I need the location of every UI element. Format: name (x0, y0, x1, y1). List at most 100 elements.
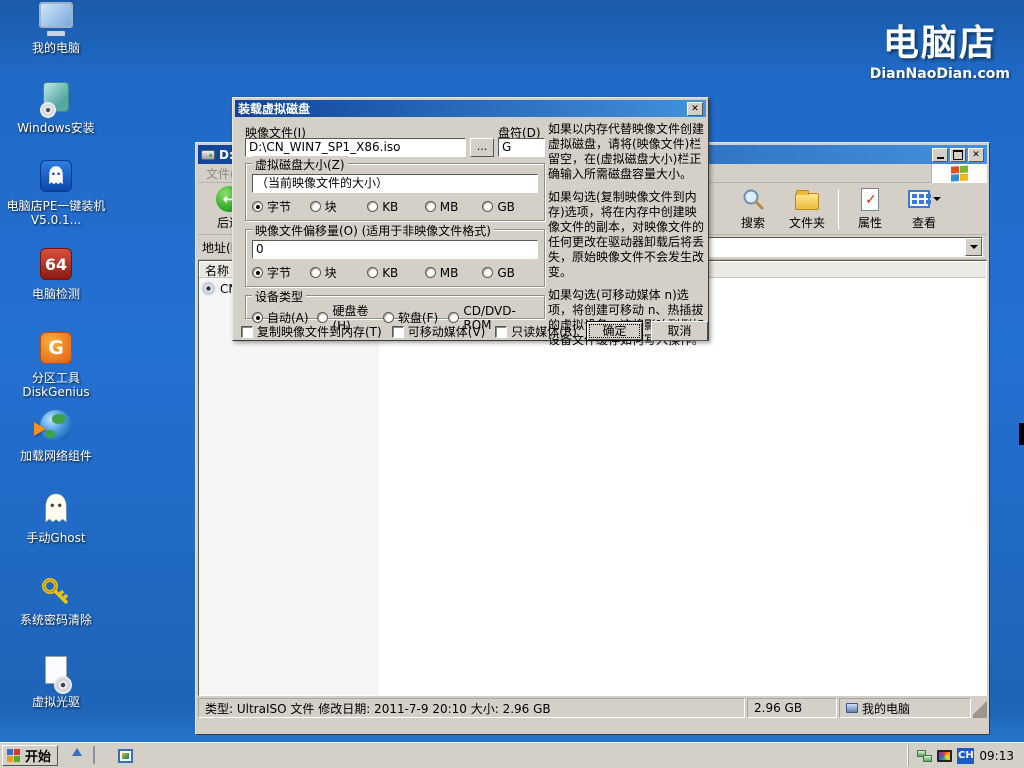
radio-bytes[interactable]: 字节 (252, 264, 310, 281)
desktop-icon-label: 电脑检测 (31, 287, 80, 301)
radio-icon (367, 267, 379, 278)
desktop-icon-label: 电脑店PE一键装机 V5.0.1... (6, 199, 106, 227)
checkbox-readonly-media[interactable]: 只读媒体(R) (495, 323, 577, 340)
drive-icon (201, 149, 215, 160)
radio-bytes[interactable]: 字节 (252, 198, 310, 215)
my-computer-icon (38, 2, 74, 38)
desktop-icon-load-network[interactable]: 加载网络组件 (2, 410, 110, 463)
disk-size-group-title: 虚拟磁盘大小(Z) (252, 156, 348, 173)
resize-grip[interactable] (973, 698, 987, 718)
close-button[interactable] (968, 147, 984, 162)
ghost-tile-icon (38, 160, 74, 196)
disk-size-group: 虚拟磁盘大小(Z) （当前映像文件的大小） 字节 块 KB MB GB (245, 156, 545, 221)
radio-kb[interactable]: KB (367, 264, 425, 281)
radio-icon (448, 312, 460, 323)
radio-icon (382, 312, 394, 323)
drive-letter-input[interactable]: G (498, 138, 545, 157)
radio-mb[interactable]: MB (424, 264, 483, 281)
radio-icon (309, 201, 321, 212)
picture-icon[interactable] (118, 748, 135, 764)
display-tray-icon[interactable] (937, 749, 953, 762)
taskbar: 开始 CH 09:13 (0, 742, 1024, 768)
64-badge-icon: 64 (38, 248, 74, 284)
folder-icon (795, 190, 819, 210)
properties-icon (861, 187, 879, 211)
brand-subtitle: DianNaoDian.com (869, 66, 1010, 82)
properties-button[interactable]: 属性 (843, 186, 897, 232)
radio-icon (482, 201, 494, 212)
radio-kb[interactable]: KB (367, 198, 425, 215)
desktop-icon-windows-install[interactable]: Windows安装 (2, 82, 110, 135)
radio-blocks[interactable]: 块 (309, 264, 368, 281)
ok-button[interactable]: 确定 (586, 321, 643, 341)
desktop-icon-label: 虚拟光驱 (31, 695, 80, 709)
desktop-icon-label: 分区工具 DiskGenius (22, 371, 90, 399)
radio-gb[interactable]: GB (482, 264, 540, 281)
desktop-icon-pe-installer[interactable]: 电脑店PE一键装机 V5.0.1... (2, 160, 110, 227)
desktop-icon-my-computer[interactable]: 我的电脑 (2, 2, 110, 55)
view-button[interactable]: 查看 (897, 186, 951, 232)
dialog-title: 装载虚拟磁盘 (238, 102, 311, 116)
offset-units: 字节 块 KB MB GB (252, 264, 540, 281)
mount-dialog: 装载虚拟磁盘 映像文件(I) 盘符(D) D:\CN_WIN7_SP1_X86.… (232, 97, 709, 347)
start-logo-icon (7, 748, 21, 763)
desktop-icon-virtual-cdrom[interactable]: 虚拟光驱 (2, 656, 110, 709)
chevron-down-icon (969, 245, 978, 249)
cd-file-icon (201, 281, 216, 296)
folders-button[interactable]: 文件夹 (780, 186, 834, 232)
network-tray-icon[interactable] (917, 749, 933, 762)
chevron-down-icon (932, 197, 941, 201)
image-file-input[interactable]: D:\CN_WIN7_SP1_X86.iso (245, 138, 466, 157)
help-paragraph: 如果以内存代替映像文件创建虚拟磁盘，请将(映像文件)栏留空，在(虚拟磁盘大小)栏… (548, 122, 705, 181)
radio-icon (424, 201, 436, 212)
device-type-group: 设备类型 自动(A) 硬盘卷(H) 软盘(F) CD/DVD-ROM (245, 288, 545, 333)
radio-icon (309, 267, 321, 278)
desktop-icon-label: 系统密码清除 (19, 613, 92, 627)
key-icon (38, 574, 74, 610)
radio-mb[interactable]: MB (424, 198, 483, 215)
radio-icon (252, 312, 263, 323)
desktop-icon-label: 手动Ghost (26, 531, 86, 545)
checkbox-icon (391, 325, 404, 338)
clock: 09:13 (979, 748, 1014, 763)
search-button[interactable]: 搜索 (726, 186, 780, 232)
my-computer-icon (846, 703, 858, 713)
radio-icon (252, 201, 263, 212)
radio-blocks[interactable]: 块 (309, 198, 368, 215)
checkbox-copy-to-memory[interactable]: 复制映像文件到内存(T) (241, 323, 382, 340)
desktop-icon-label: Windows安装 (17, 121, 95, 135)
page-cd-icon (38, 656, 74, 694)
airbrush-icon[interactable] (68, 748, 85, 764)
display-icon[interactable] (93, 745, 111, 768)
status-info: 类型: UltraISO 文件 修改日期: 2011-7-9 20:10 大小:… (198, 698, 745, 718)
system-tray: CH 09:13 (908, 745, 1022, 766)
desktop-icon-label: 加载网络组件 (19, 449, 92, 463)
desktop-icon-password-clear[interactable]: 系统密码清除 (2, 574, 110, 627)
minimize-button[interactable] (932, 147, 948, 162)
checkbox-icon (241, 325, 253, 338)
maximize-button[interactable] (950, 147, 966, 162)
desktop-icon-diskgenius[interactable]: G 分区工具 DiskGenius (2, 332, 110, 399)
status-bar: 类型: UltraISO 文件 修改日期: 2011-7-9 20:10 大小:… (198, 696, 987, 718)
toolbar-separator (838, 188, 839, 229)
radio-gb[interactable]: GB (482, 198, 540, 215)
dialog-close-button[interactable] (687, 101, 703, 116)
globe-arrow-icon (34, 410, 74, 446)
brand-title: 电脑店 (882, 23, 997, 64)
status-location: 我的电脑 (839, 698, 971, 718)
offset-group: 映像文件偏移量(O) (适用于非映像文件格式) 0 字节 块 KB MB GB (245, 222, 545, 287)
radio-icon (252, 267, 263, 278)
offset-input[interactable]: 0 (252, 240, 538, 259)
browse-button[interactable]: ... (470, 138, 494, 157)
checkbox-removable-media[interactable]: 可移动媒体(V) (391, 323, 485, 340)
desktop-icon-computer-test[interactable]: 64 电脑检测 (2, 248, 110, 301)
cancel-button[interactable]: 取消 (651, 321, 708, 341)
dialog-titlebar[interactable]: 装载虚拟磁盘 (235, 100, 706, 117)
start-button[interactable]: 开始 (2, 745, 59, 766)
address-dropdown-button[interactable] (965, 238, 982, 256)
disk-size-input[interactable]: （当前映像文件的大小） (252, 174, 538, 193)
language-indicator[interactable]: CH (957, 747, 975, 764)
desktop-icon-manual-ghost[interactable]: 手动Ghost (2, 492, 110, 545)
offset-group-title: 映像文件偏移量(O) (适用于非映像文件格式) (252, 222, 494, 239)
help-paragraph: 如果勾选(复制映像文件到内存)选项，将在内存中创建映像文件的副本，对映像文件的任… (548, 190, 705, 279)
